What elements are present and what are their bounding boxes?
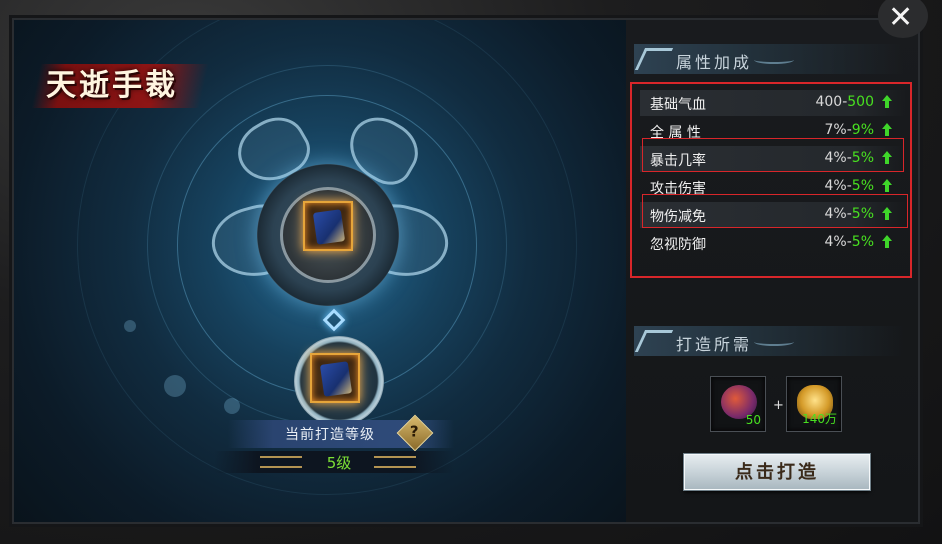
attr-row: 基础气血 400-500	[640, 90, 906, 116]
material-count: 140万	[802, 412, 837, 426]
forge-button[interactable]: 点击打造	[684, 454, 870, 490]
level-label: 当前打造等级	[285, 427, 375, 443]
attr-name: 忽视防御	[650, 237, 706, 253]
page-title: 天逝手裁	[46, 68, 178, 103]
left-level-ornament	[260, 456, 302, 468]
material-slot-stone[interactable]: 50	[710, 376, 766, 432]
attributes-header-label: 属性加成	[676, 53, 753, 72]
forge-panel: 天逝手裁 当前打造等级 ? 5级 属性加成 基础气血 400-500 全 属 性…	[12, 18, 920, 524]
right-level-ornament	[374, 456, 416, 468]
close-button[interactable]: ✕	[876, 0, 932, 40]
forge-scene: 天逝手裁 当前打造等级 ? 5级	[14, 20, 626, 522]
glow-particle	[164, 375, 186, 397]
up-arrow-icon	[882, 95, 892, 109]
title-banner: 天逝手裁	[31, 52, 209, 112]
help-glyph: ?	[409, 422, 419, 441]
swirl-ornament	[754, 56, 794, 64]
blade-gauntlet-icon	[312, 209, 346, 245]
source-item-slot[interactable]	[310, 353, 360, 403]
wing-icon	[634, 330, 674, 352]
material-slot-gold[interactable]: 140万	[786, 376, 842, 432]
attributes-highlight-box: 基础气血 400-500 全 属 性 7%-9% 暴击几率 4%-5% 攻击伤害…	[630, 82, 912, 278]
level-value: 5级	[326, 454, 352, 472]
attr-value: 4%-5%	[824, 234, 875, 250]
attr-value: 4%-5%	[824, 178, 875, 194]
attr-row: 忽视防御 4%-5%	[640, 230, 906, 256]
material-count: 50	[745, 413, 761, 427]
attr-name: 基础气血	[650, 97, 706, 113]
up-arrow-icon	[882, 179, 892, 193]
attr-value: 400-500	[815, 94, 874, 110]
attributes-header: 属性加成	[634, 44, 904, 74]
requirements-header: 打造所需	[634, 326, 904, 356]
info-panel: 属性加成 基础气血 400-500 全 属 性 7%-9% 暴击几率 4%-5%…	[626, 20, 918, 522]
close-x-icon: ✕	[888, 0, 914, 35]
swirl-ornament	[754, 338, 794, 346]
up-arrow-icon	[882, 235, 892, 249]
crit-highlight-box	[642, 138, 904, 172]
attr-value: 7%-9%	[824, 122, 875, 138]
blade-gauntlet-icon	[319, 361, 353, 397]
glow-particle	[224, 398, 240, 414]
requirements-header-label: 打造所需	[676, 335, 753, 354]
up-arrow-icon	[882, 123, 892, 137]
target-item-slot[interactable]	[303, 201, 353, 251]
damage-reduction-highlight-box	[642, 194, 908, 228]
plus-sign: +	[773, 398, 784, 413]
glow-particle	[124, 320, 136, 332]
wing-icon	[634, 48, 674, 70]
